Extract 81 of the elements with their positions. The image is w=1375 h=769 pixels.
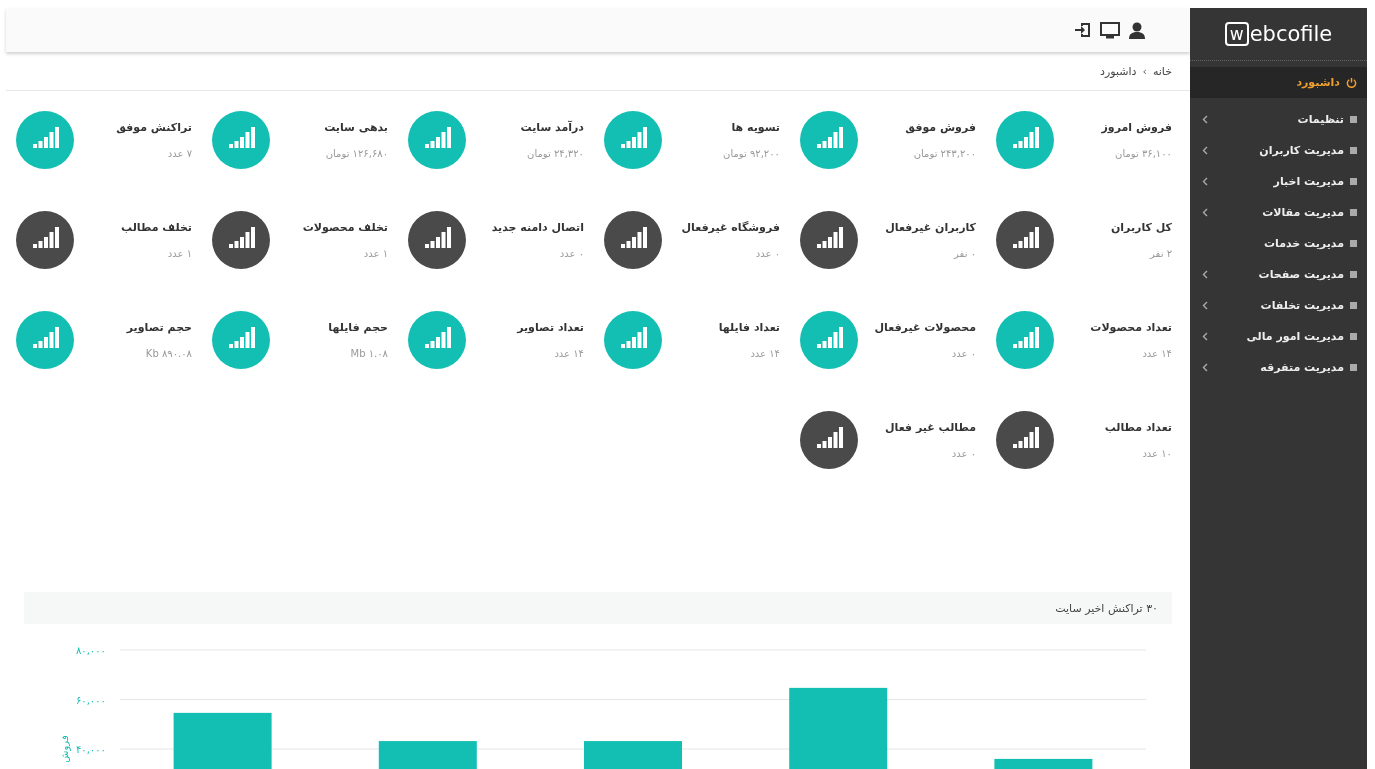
stat-value: ۱۴ عدد xyxy=(749,348,780,359)
stat-title: فروش موفق xyxy=(905,121,976,134)
square-bullet-icon xyxy=(1350,147,1357,154)
square-bullet-icon xyxy=(1350,302,1357,309)
stat-title: تعداد تصاویر xyxy=(517,321,584,334)
stat-value: ۳۶,۱۰۰ تومان xyxy=(1114,148,1172,159)
logout-icon[interactable] xyxy=(1074,22,1092,38)
stat-value: ۱۴ عدد xyxy=(553,348,584,359)
power-icon xyxy=(1346,77,1357,88)
square-bullet-icon xyxy=(1350,333,1357,340)
y-axis-label: فروش xyxy=(59,735,70,763)
stat-value: ۲ نفر xyxy=(1148,248,1172,259)
stat-title: تعداد محصولات xyxy=(1090,321,1172,334)
square-bullet-icon xyxy=(1350,209,1357,216)
stat-title: محصولات غیرفعال xyxy=(874,321,976,334)
chart-title: ۳۰ تراکنش اخیر سایت xyxy=(1055,601,1158,615)
stat-title: کاربران غیرفعال xyxy=(885,221,976,234)
stat-title: فروشگاه غیرفعال xyxy=(681,221,780,234)
stat-title: حجم تصاویر xyxy=(126,321,192,334)
stat-value: ۱۲۶,۶۸۰ تومان xyxy=(324,148,388,159)
stat-title: تعداد فایلها xyxy=(718,321,780,334)
stat-value: ۰ عدد xyxy=(558,248,584,259)
square-bullet-icon xyxy=(1350,240,1357,247)
sidebar-menu-item[interactable]: مدیریت مقالات xyxy=(1190,197,1367,228)
stat-value: ۲۴,۳۲۰ تومان xyxy=(526,148,584,159)
menu-label: مدیریت کاربران xyxy=(1258,144,1344,157)
stat-title: تراکنش موفق xyxy=(116,121,192,134)
sidebar-menu-item[interactable]: مدیریت اخبار xyxy=(1190,166,1367,197)
stat-title: بدهی سایت xyxy=(324,121,388,134)
user-icon[interactable] xyxy=(1128,21,1146,39)
stat-title: تعداد مطالب xyxy=(1104,421,1172,434)
monitor-icon[interactable] xyxy=(1100,21,1120,39)
stat-value: ۱۰ عدد xyxy=(1141,448,1172,459)
stat-value: ۰ عدد xyxy=(754,248,780,259)
square-bullet-icon xyxy=(1350,271,1357,278)
menu-label: مدیریت مقالات xyxy=(1261,206,1344,219)
square-bullet-icon xyxy=(1350,178,1357,185)
stat-value: ۷ عدد xyxy=(166,148,192,159)
sidebar-menu-item[interactable]: مدیریت خدمات xyxy=(1190,228,1367,259)
stat-value: ۸۹۰.۰۸ Kb xyxy=(144,348,192,359)
menu-label: مدیریت امور مالی xyxy=(1245,330,1344,343)
stat-title: اتصال دامنه جدید xyxy=(491,221,584,234)
stat-title: درآمد سایت xyxy=(520,121,584,134)
stat-value: ۰ نفر xyxy=(952,248,976,259)
sidebar-menu-item[interactable]: مدیریت کاربران xyxy=(1190,135,1367,166)
stat-value: ۲۴۳,۲۰۰ تومان xyxy=(912,148,976,159)
stat-value: ۰ عدد xyxy=(950,448,976,459)
stat-value: ۱ عدد xyxy=(166,248,192,259)
stat-title: تسویه ها xyxy=(730,121,780,134)
stat-title: حجم فایلها xyxy=(328,321,388,334)
menu-label: تنظیمات xyxy=(1296,113,1344,126)
square-bullet-icon xyxy=(1350,364,1357,371)
sidebar-menu-item[interactable]: مدیریت صفحات xyxy=(1190,259,1367,290)
menu-label: مدیریت خدمات xyxy=(1262,237,1344,250)
menu-label: مدیریت اخبار xyxy=(1272,175,1344,188)
sidebar-menu-item[interactable]: مدیریت متفرقه xyxy=(1190,352,1367,383)
menu-label: داشبورد xyxy=(1295,76,1340,89)
stat-value: ۱۴ عدد xyxy=(1141,348,1172,359)
breadcrumb-separator: › xyxy=(1142,64,1147,78)
sidebar-menu-item[interactable]: داشبورد xyxy=(1190,67,1367,98)
stat-title: مطالب غیر فعال xyxy=(884,421,976,434)
stat-value: ۹۲,۲۰۰ تومان xyxy=(723,148,780,159)
sidebar-menu-item[interactable]: مدیریت امور مالی xyxy=(1190,321,1367,352)
menu-label: مدیریت تخلفات xyxy=(1259,299,1344,312)
stat-title: تخلف مطالب xyxy=(121,221,192,234)
square-bullet-icon xyxy=(1350,116,1357,123)
y-tick-label: ۶۰,۰۰۰ xyxy=(75,694,106,706)
logo[interactable]: w ebcofile xyxy=(1190,8,1367,61)
y-tick-label: ۴۰,۰۰۰ xyxy=(75,744,106,755)
breadcrumb-link[interactable]: خانه xyxy=(1152,64,1172,78)
stat-title: تخلف محصولات xyxy=(302,221,388,234)
stat-title: کل کاربران xyxy=(1110,221,1172,234)
stat-value: ۰ عدد xyxy=(950,348,976,359)
menu-label: مدیریت متفرقه xyxy=(1259,361,1344,374)
sidebar-menu-item[interactable]: تنظیمات xyxy=(1190,104,1367,135)
menu-label: مدیریت صفحات xyxy=(1257,268,1344,281)
sidebar-menu-item[interactable]: مدیریت تخلفات xyxy=(1190,290,1367,321)
y-tick-label: ۸۰,۰۰۰ xyxy=(75,645,106,656)
stat-value: ۱.۰۸ Mb xyxy=(349,348,388,359)
stat-title: فروش امروز xyxy=(1101,121,1172,134)
stat-value: ۱ عدد xyxy=(362,248,388,259)
